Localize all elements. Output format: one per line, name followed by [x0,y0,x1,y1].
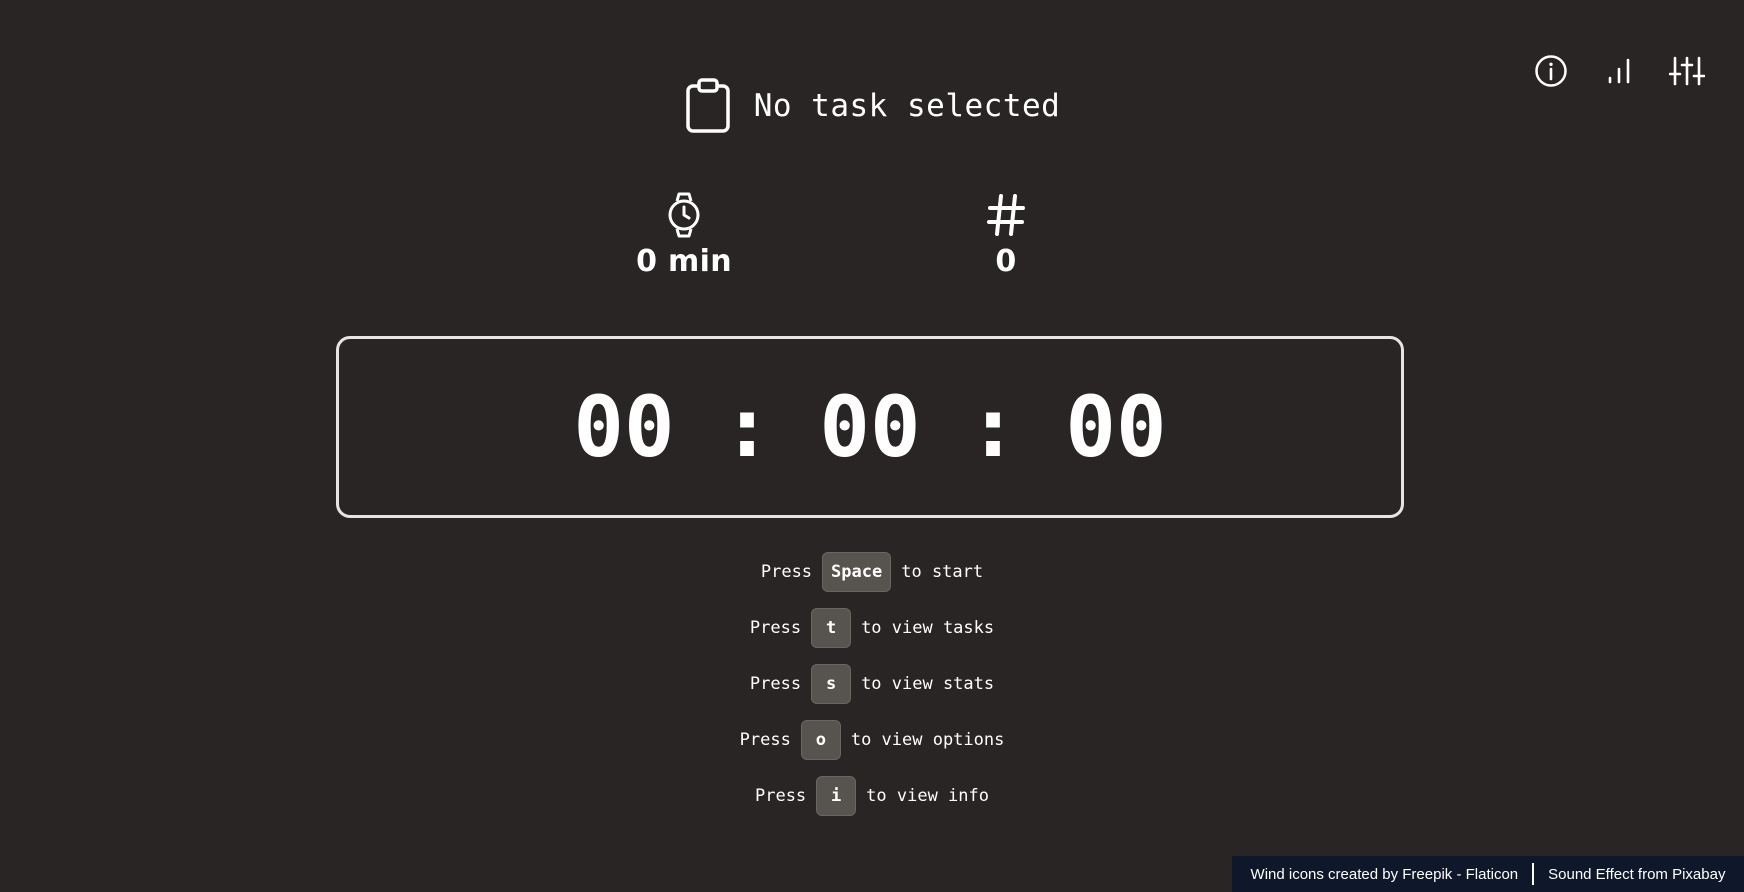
shortcut-stats: Press s to view stats [750,663,994,705]
shortcut-description: to view stats [861,674,995,694]
key-s[interactable]: s [811,664,852,704]
shortcut-prefix: Press [739,730,791,750]
keyboard-shortcuts: Press Space to start Press t to view tas… [0,551,1744,817]
clipboard-icon [685,78,730,133]
key-i[interactable]: i [816,776,857,816]
shortcut-description: to start [901,562,984,582]
key-t[interactable]: t [811,608,852,648]
key-o[interactable]: o [800,720,841,760]
hash-icon [987,194,1025,236]
timer-minutes: 00 [819,378,921,476]
shortcut-prefix: Press [749,674,802,694]
shortcut-prefix: Press [754,786,807,806]
shortcut-description: to view info [866,786,989,806]
shortcut-options: Press o to view options [739,719,1005,761]
count-stat: 0 [926,192,1086,279]
timer-seconds: 00 [1065,378,1167,476]
shortcut-start: Press Space to start [761,551,983,593]
flaticon-credit-link[interactable]: Wind icons created by Freepik - Flaticon [1251,866,1519,883]
shortcut-info: Press i to view info [755,775,989,817]
task-title: No task selected [753,88,1061,124]
duration-value: 0 min [636,244,732,279]
timer-separator: : [967,378,1019,476]
pixabay-credit-link[interactable]: Sound Effect from Pixabay [1548,866,1725,883]
task-header[interactable]: No task selected [0,78,1744,134]
credits-footer: Wind icons created by Freepik - Flaticon… [1232,856,1744,892]
shortcut-description: to view options [850,730,1005,750]
timer-text: 00 : 00 : 00 [569,378,1171,476]
duration-stat: 0 min [604,192,764,279]
shortcut-description: to view tasks [861,618,995,638]
count-value: 0 [995,244,1017,279]
shortcut-tasks: Press t to view tasks [750,607,994,649]
footer-divider [1532,863,1535,885]
shortcut-prefix: Press [749,618,802,638]
timer-display[interactable]: 00 : 00 : 00 [336,336,1404,518]
timer-separator: : [721,378,773,476]
shortcut-prefix: Press [760,562,813,582]
pomodoro-page: No task selected 0 min 0 00 : 00 : 00 Pr… [0,0,1744,892]
timer-hours: 00 [573,378,675,476]
key-space[interactable]: Space [822,552,892,592]
watch-icon [668,192,700,238]
